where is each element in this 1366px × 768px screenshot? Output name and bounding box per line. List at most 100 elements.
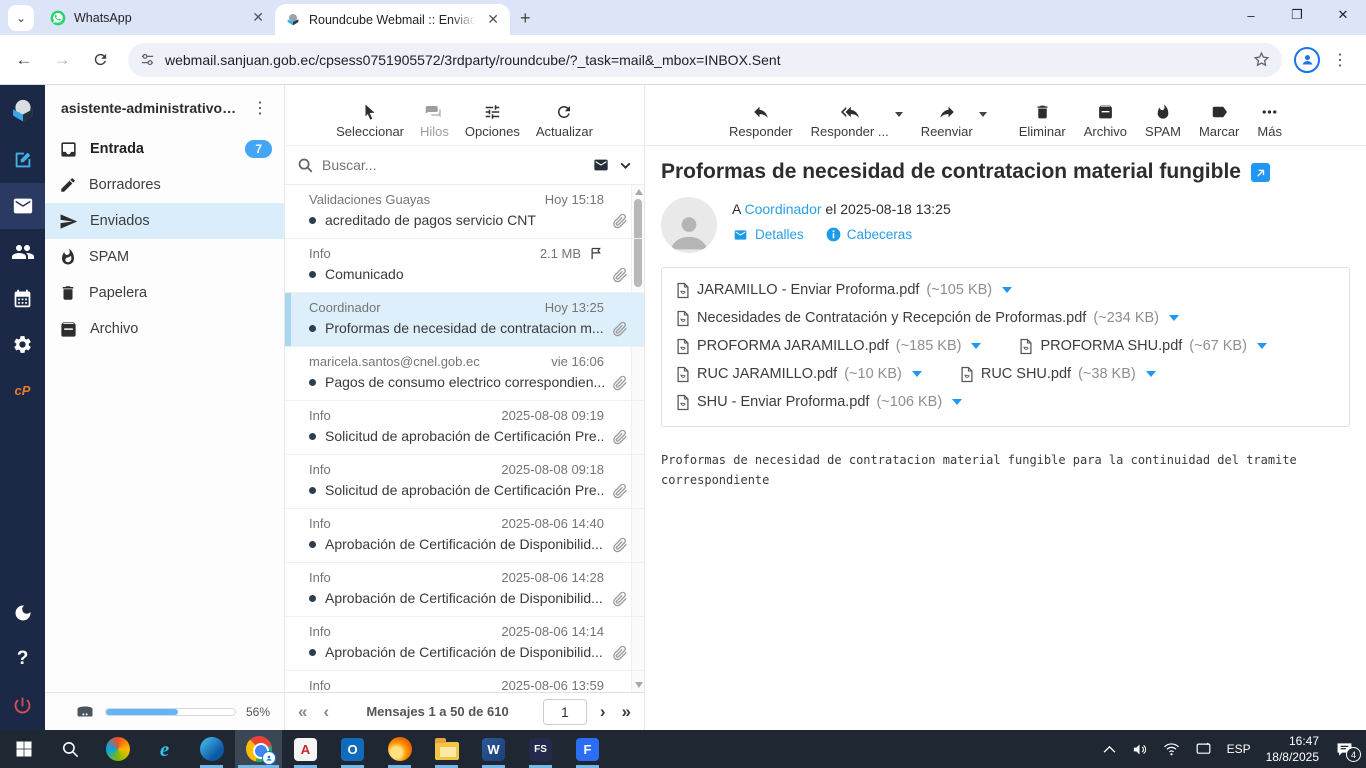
attachment-name[interactable]: RUC JARAMILLO.pdf bbox=[697, 366, 837, 382]
taskbar-word-button[interactable]: W bbox=[470, 730, 517, 768]
taskbar-file-explorer-button[interactable] bbox=[423, 730, 470, 768]
message-list-item[interactable]: Info 2025-08-06 14:14 Aprobación de Cert… bbox=[285, 617, 644, 671]
message-list-item[interactable]: Info 2025-08-06 13:59 bbox=[285, 671, 644, 692]
details-toggle[interactable]: Detalles bbox=[732, 227, 804, 242]
reply-all-button[interactable]: Responder ... bbox=[811, 103, 889, 139]
rail-compose-button[interactable] bbox=[0, 137, 45, 183]
roundcube-logo[interactable] bbox=[0, 85, 45, 137]
attachment-dropdown-caret[interactable] bbox=[911, 371, 922, 377]
folder-papelera[interactable]: Papelera bbox=[45, 275, 284, 311]
notification-center-button[interactable]: 4 bbox=[1334, 740, 1361, 762]
taskbar-faststone-button[interactable]: FS bbox=[517, 730, 564, 768]
site-settings-icon[interactable] bbox=[140, 52, 155, 67]
attachment-name[interactable]: SHU - Enviar Proforma.pdf bbox=[697, 394, 869, 410]
attachment-item[interactable]: JARAMILLO - Enviar Proforma.pdf (~105 KB… bbox=[676, 276, 1013, 304]
attachment-name[interactable]: PROFORMA SHU.pdf bbox=[1040, 338, 1182, 354]
search-scope-mail-icon[interactable] bbox=[591, 157, 611, 173]
rail-contacts-button[interactable] bbox=[0, 229, 45, 275]
search-options-chevron-icon[interactable] bbox=[619, 159, 632, 172]
spam-button[interactable]: SPAM bbox=[1145, 103, 1181, 139]
bookmark-star-icon[interactable] bbox=[1253, 51, 1270, 68]
account-menu-icon[interactable]: ⋮ bbox=[246, 98, 274, 118]
attachment-name[interactable]: JARAMILLO - Enviar Proforma.pdf bbox=[697, 282, 919, 298]
attachment-name[interactable]: PROFORMA JARAMILLO.pdf bbox=[697, 338, 889, 354]
reload-button[interactable] bbox=[84, 44, 116, 76]
message-list-item[interactable]: maricela.santos@cnel.gob.ec vie 16:06 Pa… bbox=[285, 347, 644, 401]
rail-calendar-button[interactable] bbox=[0, 275, 45, 321]
attachment-item[interactable]: PROFORMA JARAMILLO.pdf (~185 KB) bbox=[676, 332, 982, 360]
taskbar-chrome-button[interactable] bbox=[235, 730, 282, 768]
attachment-dropdown-caret[interactable] bbox=[952, 399, 963, 405]
tab-close-icon[interactable]: ✕ bbox=[484, 11, 502, 28]
reply-button[interactable]: Responder bbox=[729, 103, 793, 139]
first-page-button[interactable]: « bbox=[295, 702, 310, 722]
taskbar-copilot-button[interactable] bbox=[94, 730, 141, 768]
attachment-name[interactable]: Necesidades de Contratación y Recepción … bbox=[697, 310, 1086, 326]
taskbar-start-button[interactable] bbox=[0, 730, 47, 768]
refresh-button[interactable]: Actualizar bbox=[536, 103, 593, 139]
delete-button[interactable]: Eliminar bbox=[1019, 103, 1066, 139]
rail-help-button[interactable]: ? bbox=[0, 636, 45, 682]
taskbar-firefox-button[interactable] bbox=[376, 730, 423, 768]
select-button[interactable]: Seleccionar bbox=[336, 103, 404, 139]
attachment-dropdown-caret[interactable] bbox=[1256, 343, 1267, 349]
attachment-dropdown-caret[interactable] bbox=[1002, 287, 1013, 293]
folder-enviados[interactable]: Enviados bbox=[45, 203, 284, 239]
taskbar-search-button[interactable] bbox=[47, 730, 94, 768]
tab-search-chevron-icon[interactable]: ⌄ bbox=[8, 5, 34, 31]
url-bar[interactable]: webmail.sanjuan.gob.ec/cpsess0751905572/… bbox=[128, 42, 1282, 77]
url-text[interactable]: webmail.sanjuan.gob.ec/cpsess0751905572/… bbox=[165, 52, 1243, 68]
recipient-link[interactable]: Coordinador bbox=[744, 201, 821, 217]
message-list-item[interactable]: Coordinador Hoy 13:25 Proformas de neces… bbox=[285, 293, 644, 347]
folder-spam[interactable]: SPAM bbox=[45, 239, 284, 275]
window-minimize-button[interactable]: – bbox=[1228, 0, 1274, 30]
language-indicator[interactable]: ESP bbox=[1227, 742, 1251, 756]
back-button[interactable]: ← bbox=[8, 44, 40, 76]
rail-darkmode-button[interactable] bbox=[0, 590, 45, 636]
folder-borradores[interactable]: Borradores bbox=[45, 167, 284, 203]
reply-all-dropdown-caret[interactable] bbox=[894, 112, 903, 117]
folder-archivo[interactable]: Archivo bbox=[45, 311, 284, 347]
message-list-item[interactable]: Info 2025-08-06 14:28 Aprobación de Cert… bbox=[285, 563, 644, 617]
prev-page-button[interactable]: ‹ bbox=[320, 702, 332, 722]
headers-toggle[interactable]: Cabeceras bbox=[826, 227, 912, 242]
message-list-item[interactable]: Validaciones Guayas Hoy 15:18 acreditado… bbox=[285, 185, 644, 239]
forward-dropdown-caret[interactable] bbox=[978, 112, 987, 117]
threads-button[interactable]: Hilos bbox=[420, 103, 449, 139]
taskbar-acrobat-button[interactable]: A bbox=[282, 730, 329, 768]
attachment-item[interactable]: RUC SHU.pdf (~38 KB) bbox=[960, 360, 1156, 388]
page-number-input[interactable] bbox=[542, 698, 587, 725]
browser-profile-icon[interactable] bbox=[1294, 46, 1320, 73]
message-list-item[interactable]: Info 2025-08-06 14:40 Aprobación de Cert… bbox=[285, 509, 644, 563]
archive-button[interactable]: Archivo bbox=[1084, 103, 1127, 139]
volume-icon[interactable] bbox=[1131, 742, 1148, 757]
message-list-item[interactable]: Info 2025-08-08 09:18 Solicitud de aprob… bbox=[285, 455, 644, 509]
tray-expand-chevron-icon[interactable] bbox=[1103, 745, 1116, 754]
clock[interactable]: 16:47 18/8/2025 bbox=[1266, 733, 1319, 765]
window-maximize-button[interactable]: ❐ bbox=[1274, 0, 1320, 30]
rail-settings-button[interactable] bbox=[0, 321, 45, 367]
forward-button[interactable]: → bbox=[46, 44, 78, 76]
message-list-item[interactable]: Info 2.1 MB Comunicado bbox=[285, 239, 644, 293]
next-page-button[interactable]: › bbox=[597, 702, 609, 722]
mark-button[interactable]: Marcar bbox=[1199, 103, 1239, 139]
rail-cpanel-button[interactable]: cP bbox=[0, 367, 45, 413]
attachment-dropdown-caret[interactable] bbox=[971, 343, 982, 349]
attachment-dropdown-caret[interactable] bbox=[1169, 315, 1180, 321]
taskbar-edge-button[interactable] bbox=[188, 730, 235, 768]
last-page-button[interactable]: » bbox=[619, 702, 634, 722]
forward-button[interactable]: Reenviar bbox=[921, 103, 973, 139]
folder-entrada[interactable]: Entrada 7 bbox=[45, 131, 284, 167]
tab-close-icon[interactable]: ✕ bbox=[249, 9, 267, 26]
attachment-item[interactable]: Necesidades de Contratación y Recepción … bbox=[676, 304, 1180, 332]
window-close-button[interactable]: ✕ bbox=[1320, 0, 1366, 30]
taskbar-flow-button[interactable]: F bbox=[564, 730, 611, 768]
cast-icon[interactable] bbox=[1195, 742, 1212, 756]
more-button[interactable]: Más bbox=[1257, 103, 1282, 139]
taskbar-internet-explorer-button[interactable]: e bbox=[141, 730, 188, 768]
attachment-item[interactable]: SHU - Enviar Proforma.pdf (~106 KB) bbox=[676, 388, 963, 416]
new-tab-button[interactable]: + bbox=[510, 8, 543, 35]
wifi-icon[interactable] bbox=[1163, 742, 1180, 756]
message-list-item[interactable]: Info 2025-08-08 09:19 Solicitud de aprob… bbox=[285, 401, 644, 455]
browser-menu-icon[interactable]: ⋮ bbox=[1326, 50, 1354, 70]
